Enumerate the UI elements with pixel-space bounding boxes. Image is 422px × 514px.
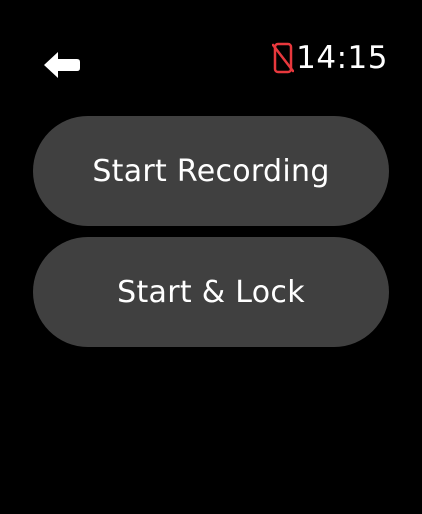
start-recording-button[interactable]: Start Recording xyxy=(33,116,389,226)
start-and-lock-label: Start & Lock xyxy=(117,274,305,310)
status-bar: 14:15 xyxy=(0,0,422,110)
status-indicators: 14:15 xyxy=(272,36,388,80)
back-arrow-icon xyxy=(41,50,81,80)
back-button[interactable] xyxy=(38,46,84,84)
start-and-lock-button[interactable]: Start & Lock xyxy=(33,237,389,347)
status-time: 14:15 xyxy=(296,39,388,76)
start-recording-label: Start Recording xyxy=(92,153,330,189)
phone-disconnected-icon xyxy=(272,42,295,74)
